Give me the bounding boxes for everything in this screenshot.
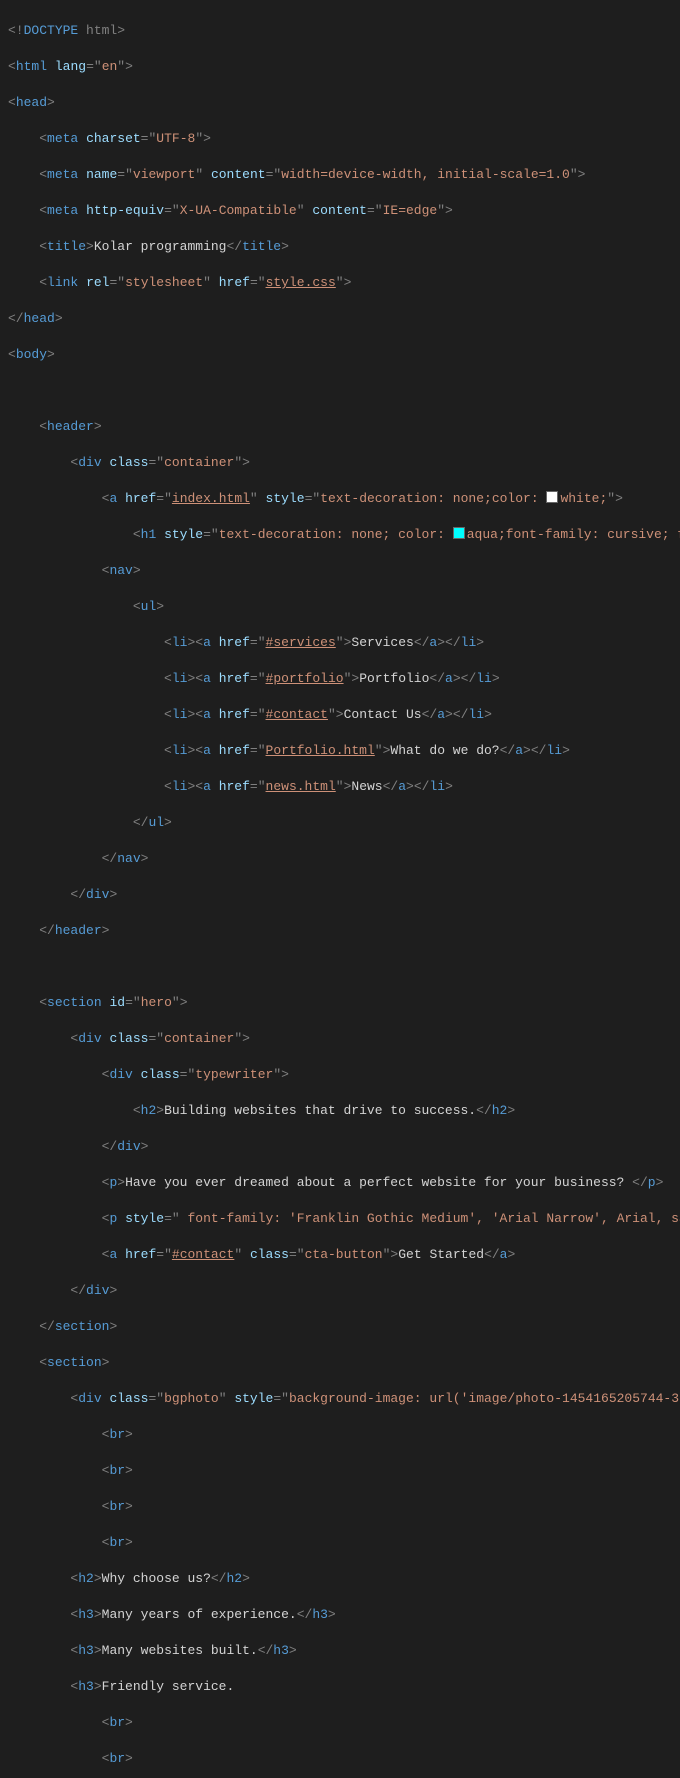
code-line: <h3>Many years of experience.</h3> (8, 1606, 680, 1624)
code-line: <h2>Building websites that drive to succ… (8, 1102, 680, 1120)
code-line: <title>Kolar programming</title> (8, 238, 680, 256)
code-line: <li><a href="news.html">News</a></li> (8, 778, 680, 796)
code-line: <section id="hero"> (8, 994, 680, 1012)
code-line: <head> (8, 94, 680, 112)
code-line: </header> (8, 922, 680, 940)
code-line: <p style=" font-family: 'Franklin Gothic… (8, 1210, 680, 1228)
code-line: <div class="typewriter"> (8, 1066, 680, 1084)
code-line: </ul> (8, 814, 680, 832)
code-line: <div class="bgphoto" style="background-i… (8, 1390, 680, 1408)
color-swatch-white (546, 491, 558, 503)
code-line: <li><a href="#services">Services</a></li… (8, 634, 680, 652)
code-line: <meta name="viewport" content="width=dev… (8, 166, 680, 184)
code-line: </nav> (8, 850, 680, 868)
code-line: <div class="container"> (8, 454, 680, 472)
code-line: <a href="index.html" style="text-decorat… (8, 490, 680, 508)
code-line: <header> (8, 418, 680, 436)
code-line: <div class="container"> (8, 1030, 680, 1048)
code-line: <h3>Friendly service. (8, 1678, 680, 1696)
code-editor[interactable]: <!DOCTYPE html> <html lang="en"> <head> … (0, 0, 680, 1778)
code-line: <ul> (8, 598, 680, 616)
code-line: <meta charset="UTF-8"> (8, 130, 680, 148)
code-line: <h3>Many websites built.</h3> (8, 1642, 680, 1660)
code-line (8, 958, 680, 976)
code-line: <li><a href="Portfolio.html">What do we … (8, 742, 680, 760)
code-line: <br> (8, 1498, 680, 1516)
color-swatch-aqua (453, 527, 465, 539)
code-line: <li><a href="#contact">Contact Us</a></l… (8, 706, 680, 724)
code-line: <a href="#contact" class="cta-button">Ge… (8, 1246, 680, 1264)
code-line (8, 382, 680, 400)
code-line: <br> (8, 1426, 680, 1444)
code-line: <p>Have you ever dreamed about a perfect… (8, 1174, 680, 1192)
code-line: </div> (8, 1282, 680, 1300)
code-line: <nav> (8, 562, 680, 580)
code-line: <link rel="stylesheet" href="style.css"> (8, 274, 680, 292)
code-line: <br> (8, 1750, 680, 1768)
code-line: <br> (8, 1534, 680, 1552)
code-line: <!DOCTYPE html> (8, 22, 680, 40)
code-line: </section> (8, 1318, 680, 1336)
code-line: </head> (8, 310, 680, 328)
code-line: <meta http-equiv="X-UA-Compatible" conte… (8, 202, 680, 220)
code-line: <h1 style="text-decoration: none; color:… (8, 526, 680, 544)
code-line: <body> (8, 346, 680, 364)
code-line: <li><a href="#portfolio">Portfolio</a></… (8, 670, 680, 688)
code-line: <br> (8, 1462, 680, 1480)
code-line: <html lang="en"> (8, 58, 680, 76)
code-line: </div> (8, 1138, 680, 1156)
code-line: <br> (8, 1714, 680, 1732)
code-line: <section> (8, 1354, 680, 1372)
code-line: <h2>Why choose us?</h2> (8, 1570, 680, 1588)
